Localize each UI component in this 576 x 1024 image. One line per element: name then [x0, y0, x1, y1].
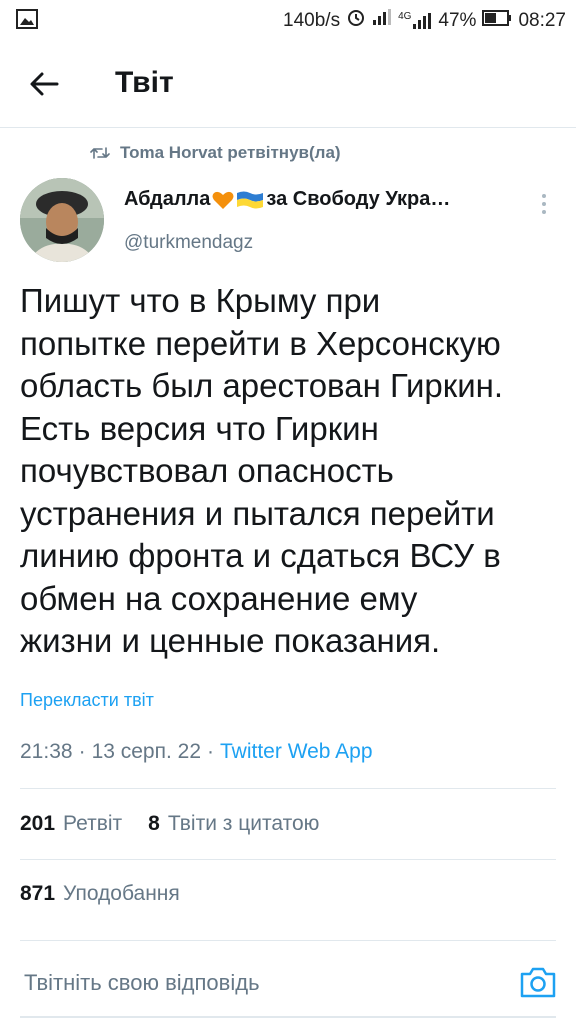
header: Твіт	[0, 38, 576, 128]
divider	[20, 859, 556, 860]
stats-row: 201 Ретвіт 8 Твіти з цитатою	[20, 812, 319, 836]
meta-separator: ·	[78, 740, 86, 763]
tweet-line: обмен на сохранение ему	[20, 579, 418, 617]
tweet-line: линию фронта и сдаться ВСУ в	[20, 537, 501, 574]
ukraine-flag-icon	[237, 191, 264, 208]
quotes-count: 8	[148, 812, 160, 835]
orange-heart-icon	[212, 191, 234, 209]
quotes-label: Твіти з цитатою	[167, 812, 320, 835]
more-dot	[542, 210, 546, 214]
tweet-source-link[interactable]: Twitter Web App	[220, 740, 373, 764]
alarm-icon	[346, 7, 366, 34]
camera-button[interactable]	[518, 964, 558, 1000]
avatar[interactable]	[20, 178, 104, 262]
tweet-line: попытке перейти в Херсонскую	[20, 324, 501, 362]
author-name[interactable]: Абдалла за Свободу Укра…	[124, 188, 450, 211]
status-bar: 140b/s 4G 47% 08:27	[0, 0, 576, 38]
more-dot	[542, 194, 546, 198]
arrow-left-icon	[30, 72, 59, 96]
network-speed: 140b/s	[283, 9, 341, 31]
clock: 08:27	[518, 9, 566, 31]
battery-percent: 47%	[438, 9, 477, 31]
signal-4g-icon: 4G	[398, 11, 432, 30]
quotes-stat[interactable]: 8 Твіти з цитатою	[148, 812, 319, 836]
translate-tweet-link[interactable]: Перекласти твіт	[20, 690, 154, 711]
tweet-line: область был арестован Гиркин.	[20, 367, 504, 404]
divider	[20, 940, 556, 941]
more-options-button[interactable]	[532, 190, 556, 218]
tweet-date: 13 серп. 22	[91, 740, 202, 763]
retweet-icon	[90, 147, 110, 159]
back-button[interactable]	[22, 64, 66, 104]
tweet-line: жизни и ценные показания.	[20, 622, 441, 659]
camera-icon	[520, 967, 556, 998]
retweeted-by-label: Toma Horvat ретвітнув(ла)	[120, 143, 341, 162]
reply-input[interactable]: Твітніть свою відповідь	[24, 970, 260, 996]
page-title: Твіт	[115, 66, 174, 99]
reply-bar: Твітніть свою відповідь	[0, 946, 576, 1024]
meta-separator: ·	[207, 740, 215, 763]
likes-stat[interactable]: 871 Уподобання	[20, 882, 180, 906]
tweet-line: Есть версия что Гиркин	[20, 409, 379, 447]
tweet-time: 21:38	[20, 740, 73, 763]
signal-icon	[372, 8, 392, 33]
retweets-count: 201	[20, 812, 56, 835]
tweet-meta: 21:38 · 13 серп. 22 · Twitter Web App	[20, 740, 373, 764]
likes-row: 871 Уподобання	[20, 882, 180, 906]
tweet-line: Пишут что в Крыму при	[20, 282, 381, 319]
likes-count: 871	[20, 882, 56, 905]
image-icon	[16, 9, 38, 34]
retweeted-by[interactable]: Toma Horvat ретвітнув(ла)	[90, 143, 341, 163]
tweet-line: почувствовал опасность	[20, 452, 394, 489]
more-dot	[542, 202, 546, 206]
tweet-line: устранения и пытался перейти	[20, 494, 495, 532]
author-handle[interactable]: @turkmendagz	[124, 232, 253, 254]
divider	[20, 788, 556, 789]
reply-underline	[20, 1016, 556, 1018]
author-name-part2: за Свободу Укра…	[266, 188, 451, 210]
battery-icon	[482, 9, 512, 33]
likes-label: Уподобання	[63, 882, 180, 905]
retweets-stat[interactable]: 201 Ретвіт	[20, 812, 122, 836]
tweet-text: Пишут что в Крыму при попытке перейти в …	[20, 280, 560, 663]
retweets-label: Ретвіт	[63, 812, 123, 835]
author-name-part1: Абдалла	[124, 188, 211, 210]
